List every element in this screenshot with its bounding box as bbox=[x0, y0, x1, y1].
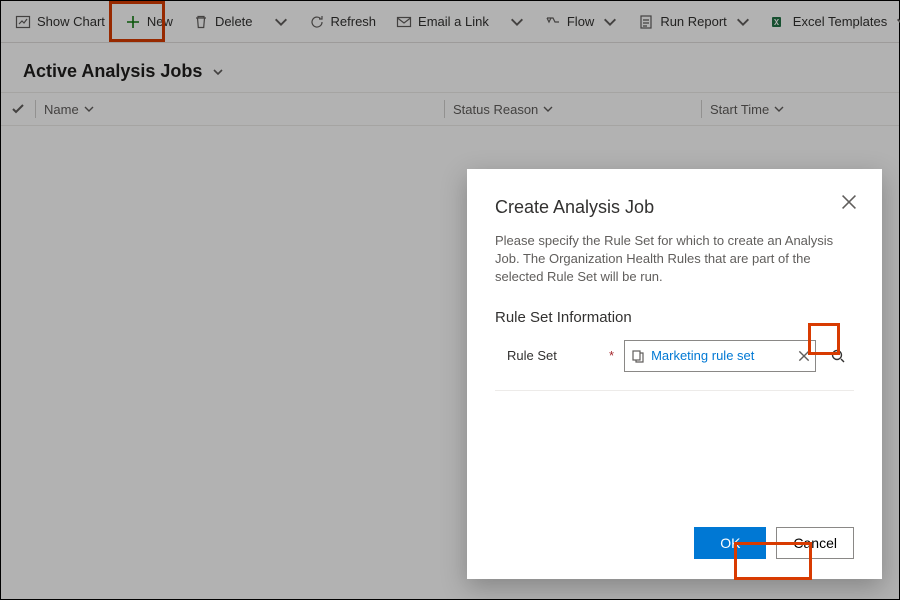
dialog-title: Create Analysis Job bbox=[495, 197, 854, 218]
rule-set-lookup-search-button[interactable] bbox=[822, 340, 854, 372]
dialog-section-heading: Rule Set Information bbox=[495, 309, 854, 326]
field-divider bbox=[495, 390, 854, 391]
required-indicator: * bbox=[609, 348, 614, 363]
create-analysis-job-dialog: Create Analysis Job Please specify the R… bbox=[467, 169, 882, 579]
rule-set-field-row: Rule Set * Marketing rule set bbox=[495, 340, 854, 372]
entity-icon bbox=[631, 349, 645, 363]
dialog-close-button[interactable] bbox=[840, 193, 858, 211]
search-icon bbox=[830, 348, 846, 364]
cancel-button[interactable]: Cancel bbox=[776, 527, 854, 559]
rule-set-field-label: Rule Set bbox=[495, 348, 603, 363]
close-icon bbox=[840, 193, 858, 211]
rule-set-lookup[interactable]: Marketing rule set bbox=[624, 340, 816, 372]
dialog-description: Please specify the Rule Set for which to… bbox=[495, 232, 854, 287]
rule-set-lookup-value: Marketing rule set bbox=[651, 348, 791, 363]
dynamics-app: Show Chart New Delete Refresh Email a Li… bbox=[0, 0, 900, 600]
clear-lookup-icon[interactable] bbox=[797, 349, 811, 363]
dialog-footer: OK Cancel bbox=[495, 527, 854, 559]
ok-button[interactable]: OK bbox=[694, 527, 766, 559]
